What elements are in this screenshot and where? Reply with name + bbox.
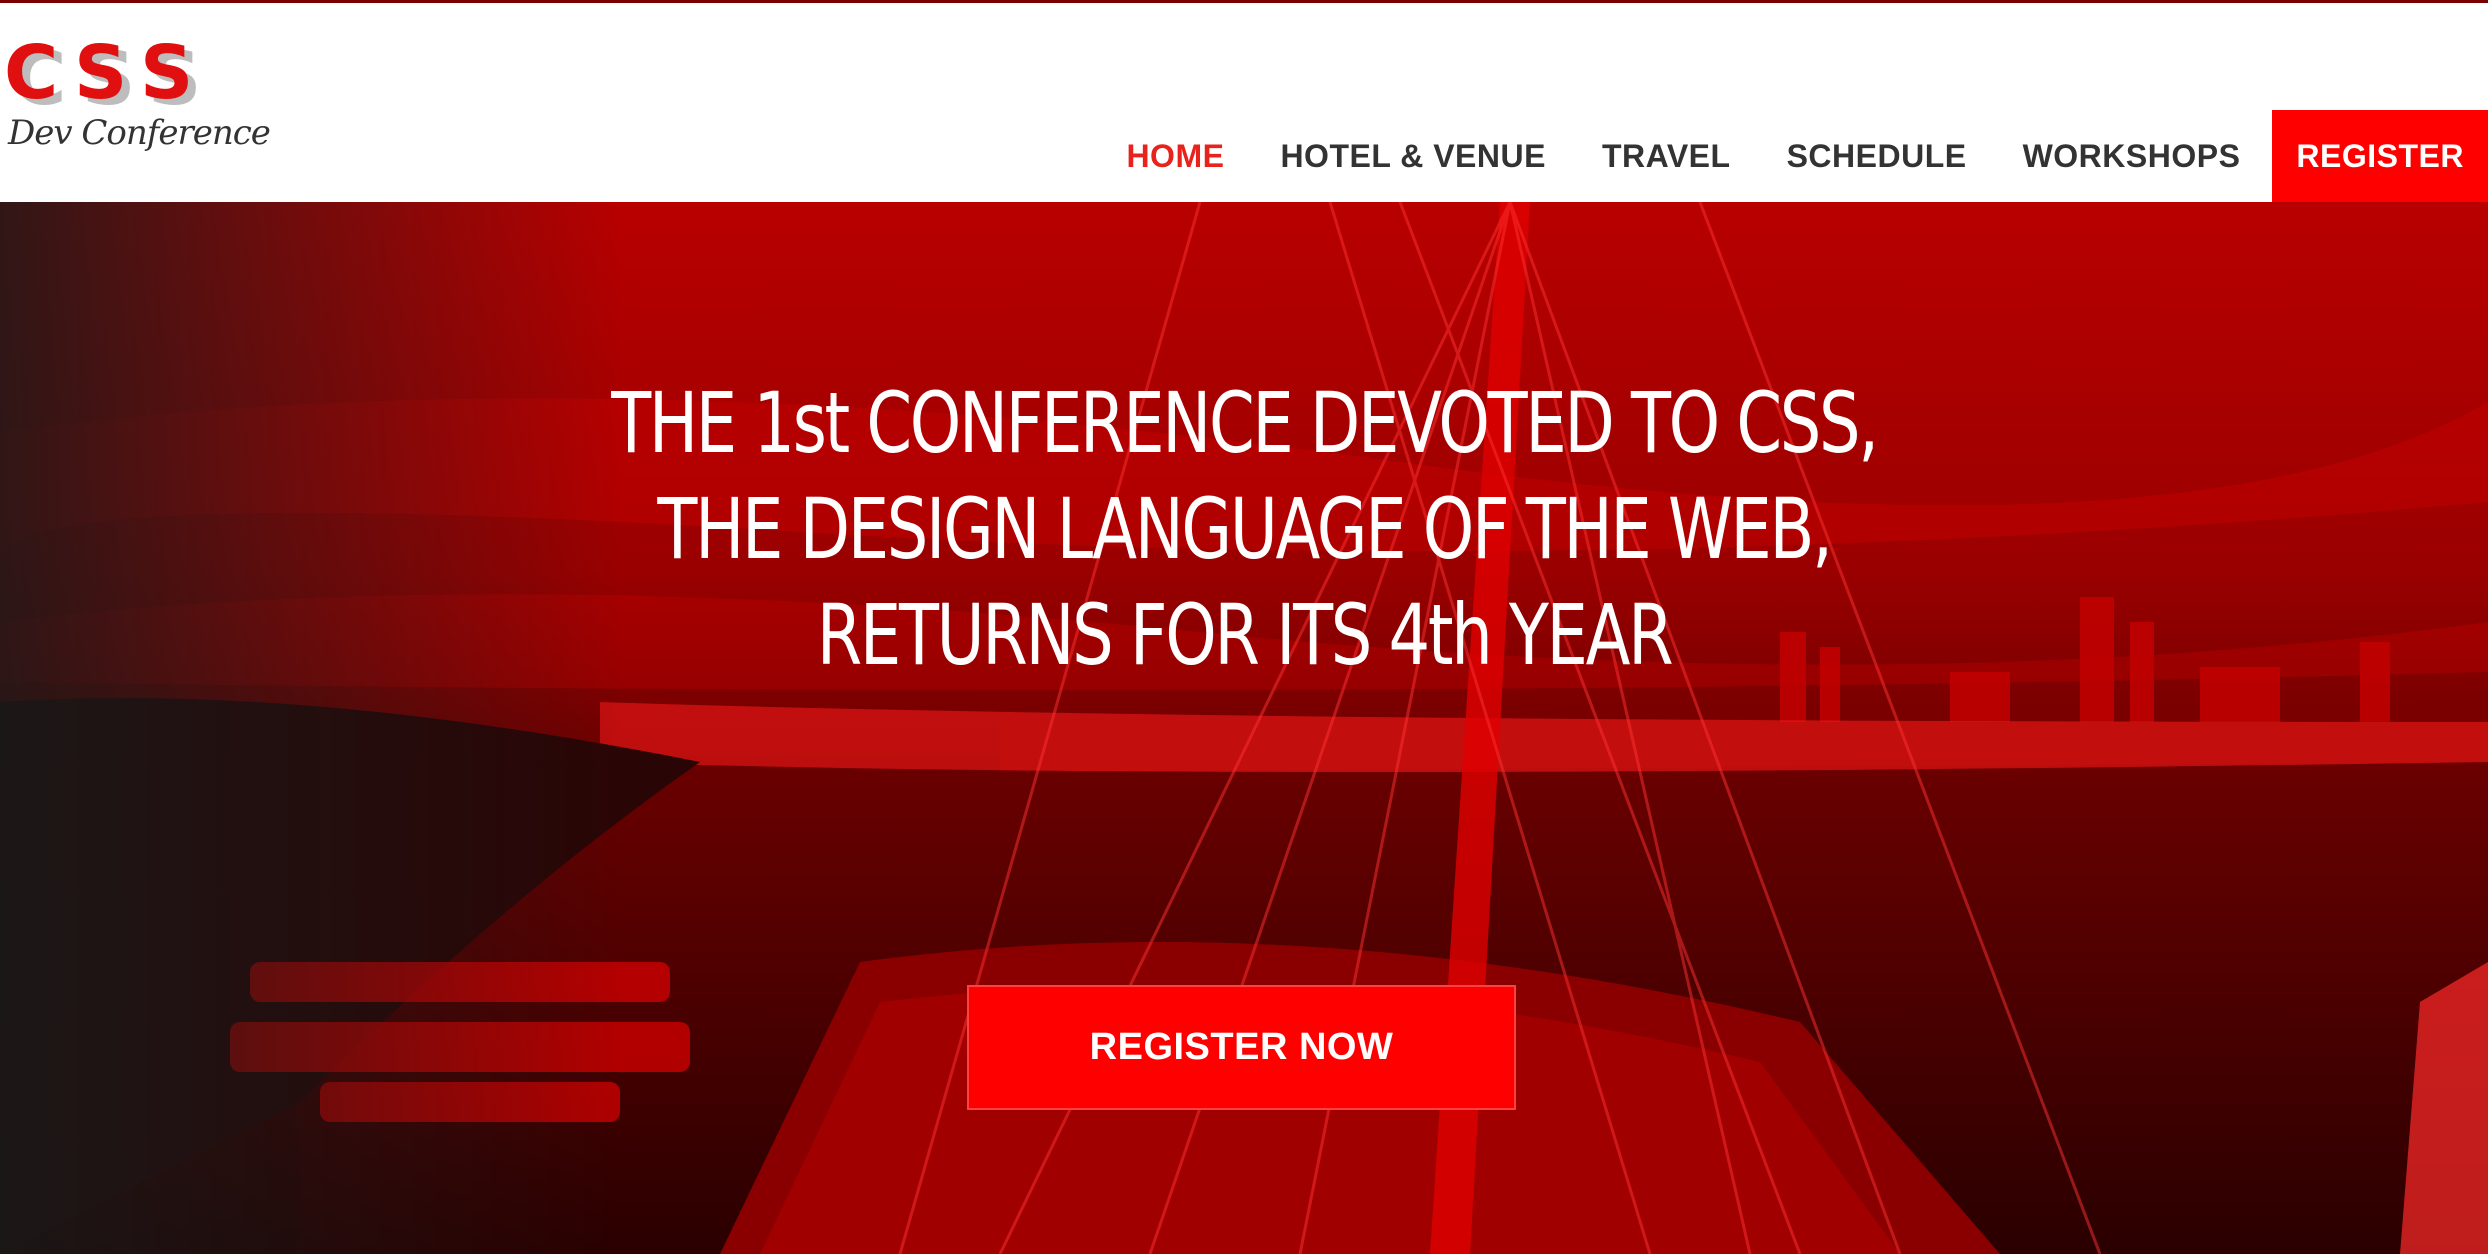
nav-item-hotel-venue[interactable]: HOTEL & VENUE — [1252, 110, 1574, 202]
hero-headline: THE 1st CONFERENCE DEVOTED TO CSS, THE D… — [274, 370, 2215, 688]
logo-letter: S — [74, 30, 128, 116]
nav-register-button[interactable]: REGISTER — [2272, 110, 2488, 202]
logo-letter: S — [140, 30, 194, 116]
nav-item-schedule[interactable]: SCHEDULE — [1759, 110, 1995, 202]
logo-letter: C — [4, 30, 59, 116]
nav-item-travel[interactable]: TRAVEL — [1574, 110, 1759, 202]
logo[interactable]: C C S S S S Dev Conference — [0, 30, 271, 163]
logo-mark: C C S S S S — [0, 30, 210, 119]
site-header: C C S S S S Dev Conference HOME HOTEL & … — [0, 3, 2488, 202]
nav-item-home[interactable]: HOME — [1098, 110, 1252, 202]
headline-line: THE 1st CONFERENCE DEVOTED TO CSS, — [611, 374, 1879, 472]
register-now-button[interactable]: REGISTER NOW — [967, 985, 1516, 1110]
main-nav: HOME HOTEL & VENUE TRAVEL SCHEDULE WORKS… — [1098, 110, 2488, 202]
hero-section: THE 1st CONFERENCE DEVOTED TO CSS, THE D… — [0, 202, 2488, 1254]
headline-line: THE DESIGN LANGUAGE OF THE WEB, — [657, 480, 1832, 578]
nav-item-workshops[interactable]: WORKSHOPS — [1995, 110, 2269, 202]
logo-subtitle: Dev Conference — [8, 113, 271, 153]
headline-line: RETURNS FOR ITS 4th YEAR — [816, 586, 1674, 684]
